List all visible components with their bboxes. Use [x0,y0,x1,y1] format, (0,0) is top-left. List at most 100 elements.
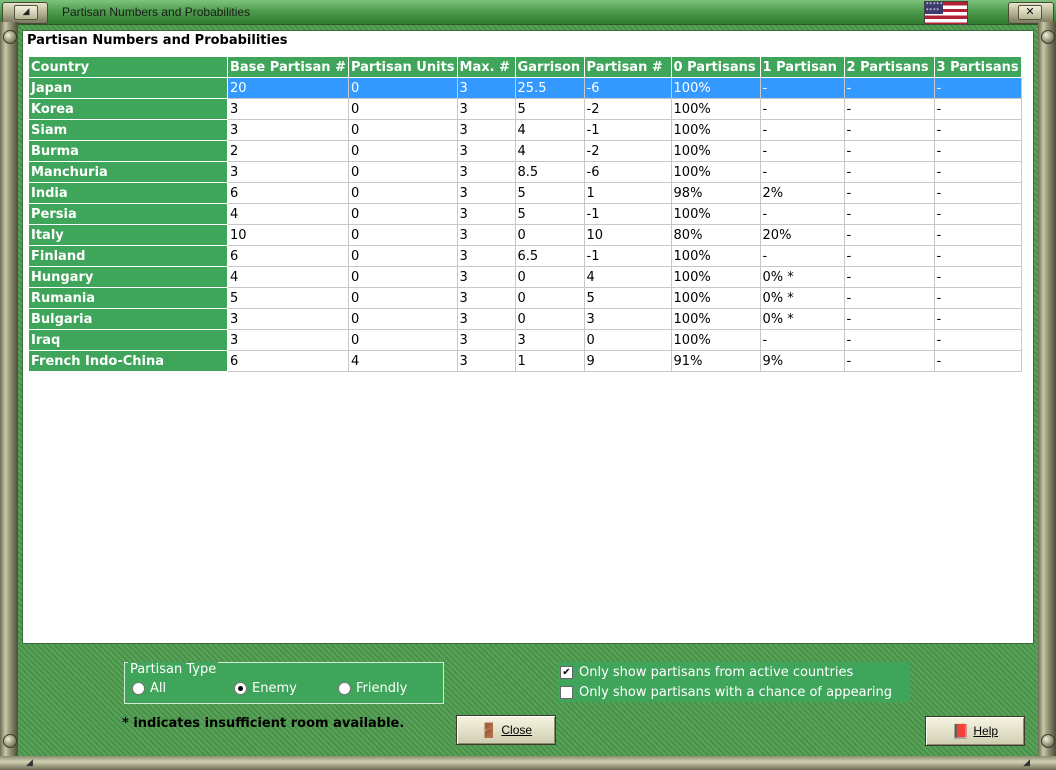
table-cell[interactable]: 3 [583,308,672,330]
table-cell[interactable]: 0 [514,266,585,288]
table-cell[interactable]: 3 [456,266,516,288]
table-cell[interactable]: - [843,161,935,183]
table-cell[interactable]: - [843,203,935,225]
country-cell[interactable]: India [28,182,228,204]
active-only-checkbox-box[interactable]: ✔ [560,666,573,679]
table-cell[interactable]: - [933,77,1022,99]
table-cell[interactable]: 98% [670,182,761,204]
table-cell[interactable]: 4 [347,350,458,372]
table-cell[interactable]: -2 [583,98,672,120]
table-row[interactable]: Siam 3 0 3 4 -1 100% - - - [28,119,1022,141]
table-cell[interactable]: 3 [227,98,349,120]
column-header-partisan-number[interactable]: Partisan # [583,56,672,78]
table-cell[interactable]: 0 [514,224,585,246]
table-cell[interactable]: 3 [514,329,585,351]
country-cell[interactable]: Iraq [28,329,228,351]
column-header-partisan-units[interactable]: Partisan Units [347,56,458,78]
table-cell[interactable]: 100% [670,287,761,309]
active-only-checkbox[interactable]: ✔ Only show partisans from active countr… [560,665,853,680]
country-cell[interactable]: Persia [28,203,228,225]
radio-friendly-indicator[interactable] [338,682,351,695]
table-cell[interactable]: 0 [347,119,458,141]
table-cell[interactable]: 100% [670,329,761,351]
table-cell[interactable]: 3 [227,119,349,141]
column-header-0-partisans[interactable]: 0 Partisans [670,56,761,78]
table-cell[interactable]: 3 [456,203,516,225]
table-cell[interactable]: 100% [670,119,761,141]
table-cell[interactable]: 1 [514,350,585,372]
table-cell[interactable]: - [843,98,935,120]
table-row[interactable]: Rumania 5 0 3 0 5 100% 0% * - - [28,287,1022,309]
table-cell[interactable]: 0 [347,308,458,330]
table-cell[interactable]: 0 [347,329,458,351]
table-row[interactable]: French Indo-China 6 4 3 1 9 91% 9% - - [28,350,1022,372]
table-cell[interactable]: 0% * [759,266,845,288]
table-cell[interactable]: 5 [583,287,672,309]
table-cell[interactable]: 5 [514,182,585,204]
table-cell[interactable]: 4 [583,266,672,288]
table-cell[interactable]: 4 [514,119,585,141]
radio-all[interactable]: All [132,681,166,696]
table-cell[interactable]: 9 [583,350,672,372]
table-cell[interactable]: - [933,329,1022,351]
table-row[interactable]: Iraq 3 0 3 3 0 100% - - - [28,329,1022,351]
table-cell[interactable]: 8.5 [514,161,585,183]
table-row[interactable]: Burma 2 0 3 4 -2 100% - - - [28,140,1022,162]
table-cell[interactable]: - [933,203,1022,225]
table-cell[interactable]: - [933,98,1022,120]
table-cell[interactable]: 100% [670,140,761,162]
table-cell[interactable]: 0 [583,329,672,351]
table-cell[interactable]: 0% * [759,308,845,330]
table-cell[interactable]: 3 [227,329,349,351]
table-cell[interactable]: 2 [227,140,349,162]
table-cell[interactable]: 6 [227,350,349,372]
table-cell[interactable]: 10 [227,224,349,246]
radio-enemy[interactable]: Enemy [234,681,297,696]
table-cell[interactable]: - [759,119,845,141]
table-cell[interactable]: 3 [227,308,349,330]
table-cell[interactable]: - [843,308,935,330]
resize-corner-icon[interactable]: ◢ [1023,758,1030,768]
table-cell[interactable]: 3 [456,77,516,99]
country-cell[interactable]: Rumania [28,287,228,309]
table-row[interactable]: Manchuria 3 0 3 8.5 -6 100% - - - [28,161,1022,183]
table-cell[interactable]: 3 [456,140,516,162]
country-cell[interactable]: Finland [28,245,228,267]
table-cell[interactable]: 4 [227,266,349,288]
table-row[interactable]: India 6 0 3 5 1 98% 2% - - [28,182,1022,204]
close-button[interactable]: 🚪 Close [456,715,556,745]
table-cell[interactable]: 3 [456,224,516,246]
table-cell[interactable]: 100% [670,77,761,99]
table-cell[interactable]: 100% [670,98,761,120]
table-cell[interactable]: -1 [583,203,672,225]
country-cell[interactable]: Burma [28,140,228,162]
close-window-icon[interactable]: ✕ [1018,5,1042,20]
table-cell[interactable]: - [759,245,845,267]
table-cell[interactable]: 5 [514,98,585,120]
table-cell[interactable]: 6.5 [514,245,585,267]
table-cell[interactable]: 0 [347,77,458,99]
table-cell[interactable]: - [933,266,1022,288]
table-cell[interactable]: 91% [670,350,761,372]
table-cell[interactable]: 10 [583,224,672,246]
column-header-garrison[interactable]: Garrison [514,56,585,78]
table-cell[interactable]: 20 [227,77,349,99]
table-cell[interactable]: - [759,140,845,162]
table-cell[interactable]: 1 [583,182,672,204]
table-cell[interactable]: -1 [583,245,672,267]
country-cell[interactable]: Italy [28,224,228,246]
country-cell[interactable]: Korea [28,98,228,120]
table-cell[interactable]: 0 [347,224,458,246]
table-cell[interactable]: -6 [583,77,672,99]
chance-only-checkbox-box[interactable] [560,686,573,699]
table-cell[interactable]: - [843,245,935,267]
table-cell[interactable]: 3 [456,161,516,183]
table-cell[interactable]: -6 [583,161,672,183]
table-cell[interactable]: - [843,224,935,246]
table-cell[interactable]: -1 [583,119,672,141]
table-cell[interactable]: 3 [456,182,516,204]
table-cell[interactable]: - [933,350,1022,372]
table-cell[interactable]: - [933,245,1022,267]
column-header-country[interactable]: Country [28,56,228,78]
country-cell[interactable]: Manchuria [28,161,228,183]
